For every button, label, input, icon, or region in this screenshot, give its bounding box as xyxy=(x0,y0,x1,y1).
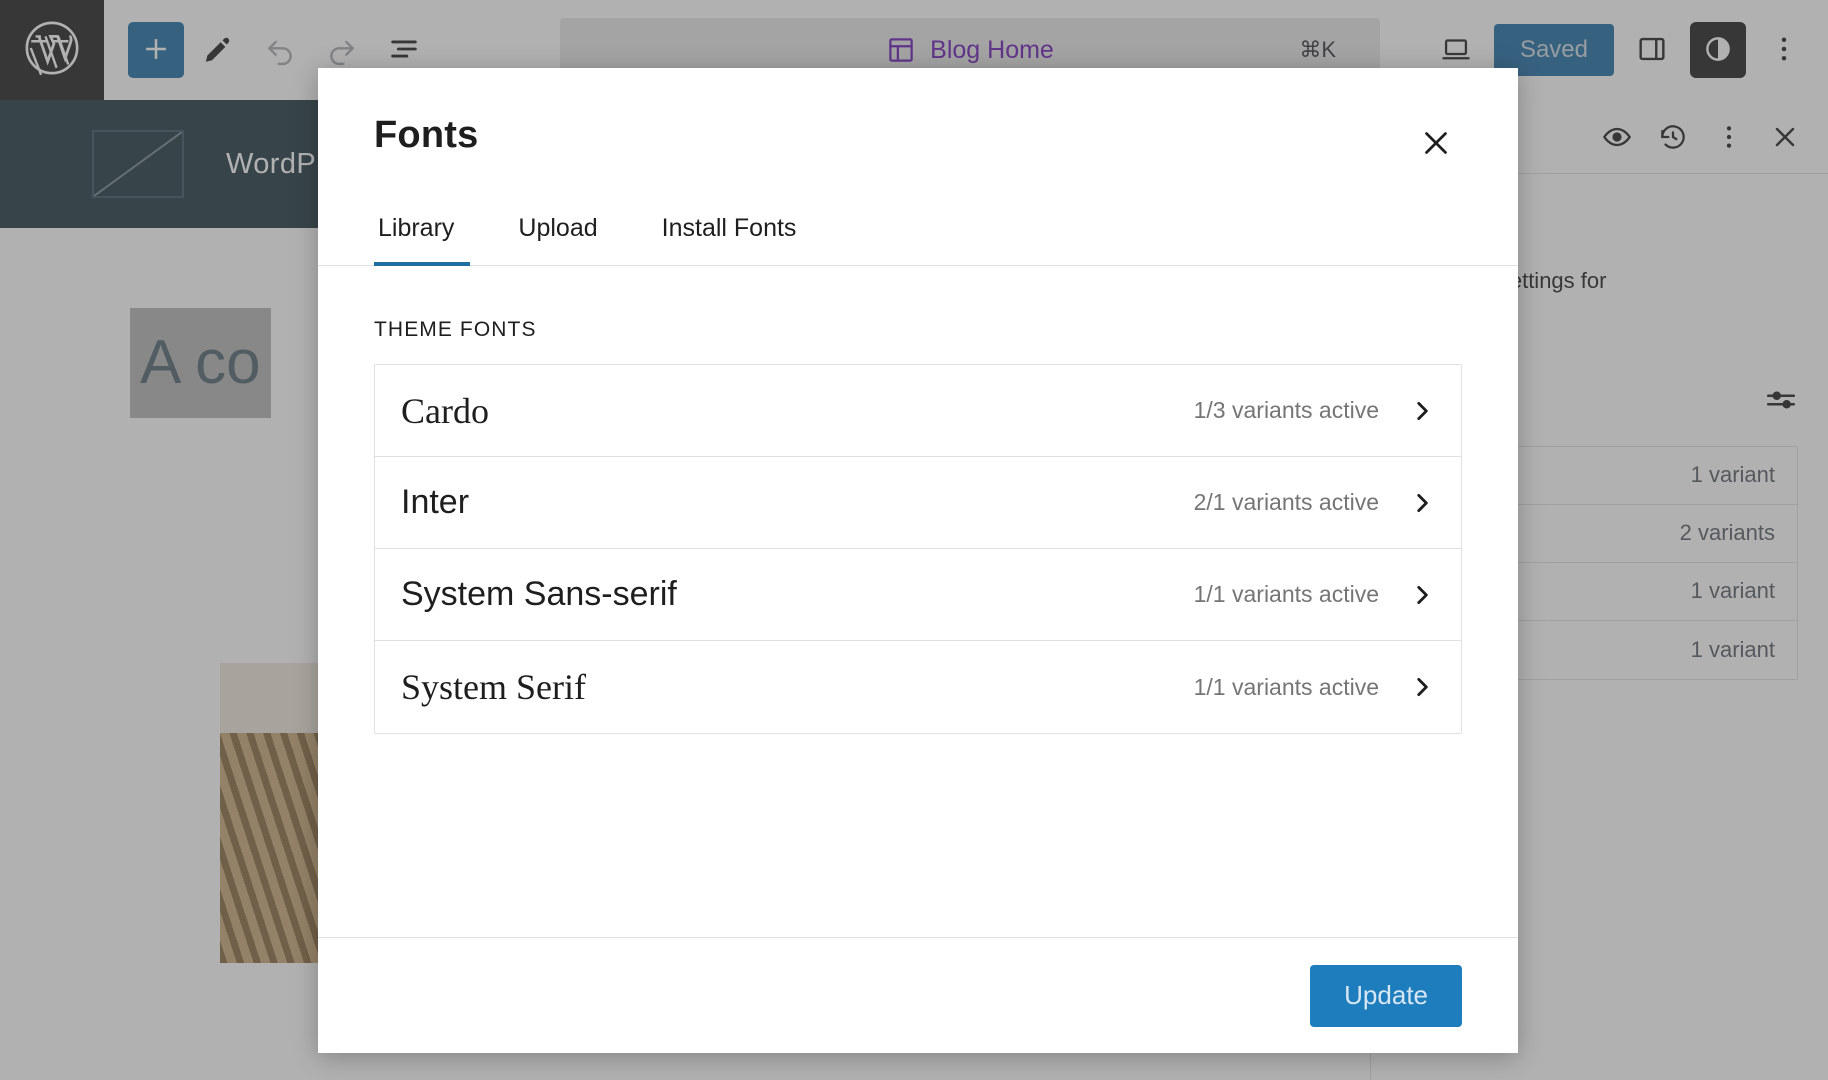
font-variants-count: 1/1 variants active xyxy=(1194,674,1379,701)
font-name: System Sans-serif xyxy=(401,575,677,614)
close-button[interactable] xyxy=(1410,118,1462,170)
modal-tablist: Library Upload Install Fonts xyxy=(318,208,1518,266)
font-name: Cardo xyxy=(401,390,489,432)
font-variants-count: 2/1 variants active xyxy=(1194,489,1379,516)
font-row-meta: 1/3 variants active xyxy=(1194,397,1435,424)
font-variants-count: 1/1 variants active xyxy=(1194,581,1379,608)
chevron-right-icon[interactable] xyxy=(1409,674,1435,700)
update-button[interactable]: Update xyxy=(1310,965,1462,1027)
font-name: System Serif xyxy=(401,666,586,708)
modal-footer: Update xyxy=(318,937,1518,1053)
font-row-meta: 2/1 variants active xyxy=(1194,489,1435,516)
font-variants-count: 1/3 variants active xyxy=(1194,397,1379,424)
modal-body: THEME FONTS Cardo 1/3 variants active In… xyxy=(318,266,1518,937)
tab-install-fonts[interactable]: Install Fonts xyxy=(630,208,829,265)
tab-library[interactable]: Library xyxy=(374,208,486,265)
font-row-meta: 1/1 variants active xyxy=(1194,581,1435,608)
font-list: Cardo 1/3 variants active Inter 2/1 vari… xyxy=(374,364,1462,734)
table-row[interactable]: System Serif 1/1 variants active xyxy=(375,641,1461,733)
close-x-icon xyxy=(1417,124,1455,165)
font-row-meta: 1/1 variants active xyxy=(1194,674,1435,701)
table-row[interactable]: Inter 2/1 variants active xyxy=(375,457,1461,549)
page-title: Fonts xyxy=(374,114,478,157)
theme-fonts-section-label: THEME FONTS xyxy=(374,318,1462,342)
chevron-right-icon[interactable] xyxy=(1409,398,1435,424)
font-name: Inter xyxy=(401,483,469,522)
fonts-modal: Fonts Library Upload Install Fonts THEME… xyxy=(318,68,1518,1053)
tab-upload[interactable]: Upload xyxy=(486,208,629,265)
table-row[interactable]: Cardo 1/3 variants active xyxy=(375,365,1461,457)
chevron-right-icon[interactable] xyxy=(1409,490,1435,516)
chevron-right-icon[interactable] xyxy=(1409,582,1435,608)
modal-header: Fonts xyxy=(318,68,1518,170)
table-row[interactable]: System Sans-serif 1/1 variants active xyxy=(375,549,1461,641)
